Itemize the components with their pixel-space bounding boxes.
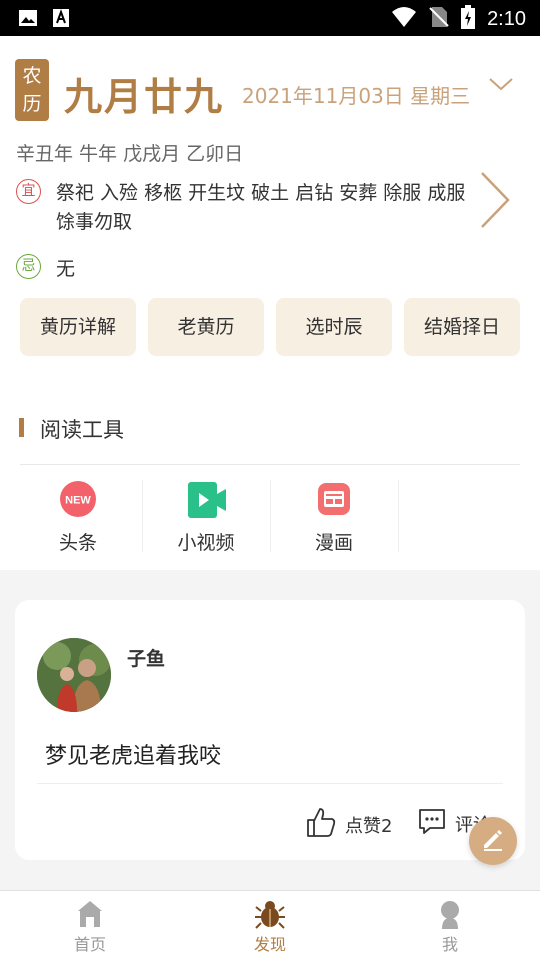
chevron-down-icon[interactable]	[488, 76, 514, 96]
comment-icon	[417, 806, 447, 841]
thumbs-up-icon	[305, 806, 337, 843]
yi-activities: 祭祀 入殓 移柩 开生坟 破土 启钻 安葬 除服 成服 馀事勿取	[56, 182, 466, 233]
status-bar: 2:10	[0, 0, 540, 36]
avatar[interactable]	[37, 638, 111, 712]
solar-date[interactable]: 2021年11月03日 星期三	[242, 80, 470, 109]
like-count: 点赞2	[345, 815, 393, 837]
almanac-detail-button[interactable]: 黄历详解	[20, 298, 136, 356]
comic-icon	[315, 480, 353, 522]
ganzhi-date: 辛丑年 牛年 戊戌月 乙卯日	[16, 143, 244, 165]
old-almanac-button[interactable]: 老黄历	[148, 298, 264, 356]
like-button[interactable]: 点赞2	[305, 806, 392, 843]
nav-label: 发现	[253, 935, 286, 954]
yi-auspicious-icon: 宜	[16, 179, 41, 204]
text-notification-icon	[52, 8, 70, 32]
tool-label: 小视频	[177, 532, 235, 554]
video-icon	[187, 480, 227, 524]
divider	[20, 464, 520, 465]
post-card[interactable]: 子鱼 梦见老虎追着我咬 点赞2 评论2	[15, 600, 525, 860]
compose-post-button[interactable]	[469, 817, 517, 865]
reading-tools-title: 阅读工具	[40, 418, 124, 442]
home-icon	[74, 899, 106, 933]
choose-hour-button[interactable]: 选时辰	[276, 298, 392, 356]
post-username[interactable]: 子鱼	[127, 644, 165, 671]
wifi-icon	[391, 6, 417, 32]
bottom-nav: 首页 发现 我	[0, 890, 540, 960]
no-sim-icon	[429, 6, 449, 32]
discover-bug-icon	[254, 899, 286, 935]
tool-comics[interactable]: 漫画	[270, 478, 398, 554]
tool-headlines[interactable]: NEW 头条	[14, 478, 142, 554]
divider	[37, 783, 503, 784]
lunar-date: 九月廿九	[64, 75, 225, 119]
clock-time: 2:10	[487, 7, 526, 30]
pencil-icon	[480, 826, 506, 856]
wedding-date-button[interactable]: 结婚择日	[404, 298, 520, 356]
nav-home[interactable]: 首页	[0, 891, 180, 960]
section-accent-bar	[19, 418, 24, 437]
profile-icon	[434, 899, 466, 933]
nav-label: 我	[441, 935, 458, 954]
divider	[398, 480, 399, 552]
tool-label: 头条	[58, 532, 97, 554]
new-badge-text: NEW	[65, 495, 91, 507]
ji-inauspicious-icon: 忌	[16, 254, 41, 279]
ji-activities: 无	[56, 258, 76, 280]
tool-label: 漫画	[314, 532, 353, 554]
new-badge-icon: NEW	[59, 480, 97, 522]
battery-charging-icon	[461, 5, 476, 33]
nav-discover[interactable]: 发现	[180, 891, 360, 960]
nav-label: 首页	[73, 935, 106, 954]
chevron-right-icon[interactable]	[478, 170, 512, 234]
post-content: 梦见老虎追着我咬	[45, 744, 222, 769]
image-notification-icon	[18, 8, 38, 32]
lunar-badge: 农历	[15, 59, 49, 121]
tool-short-video[interactable]: 小视频	[142, 478, 270, 554]
nav-profile[interactable]: 我	[360, 891, 540, 960]
